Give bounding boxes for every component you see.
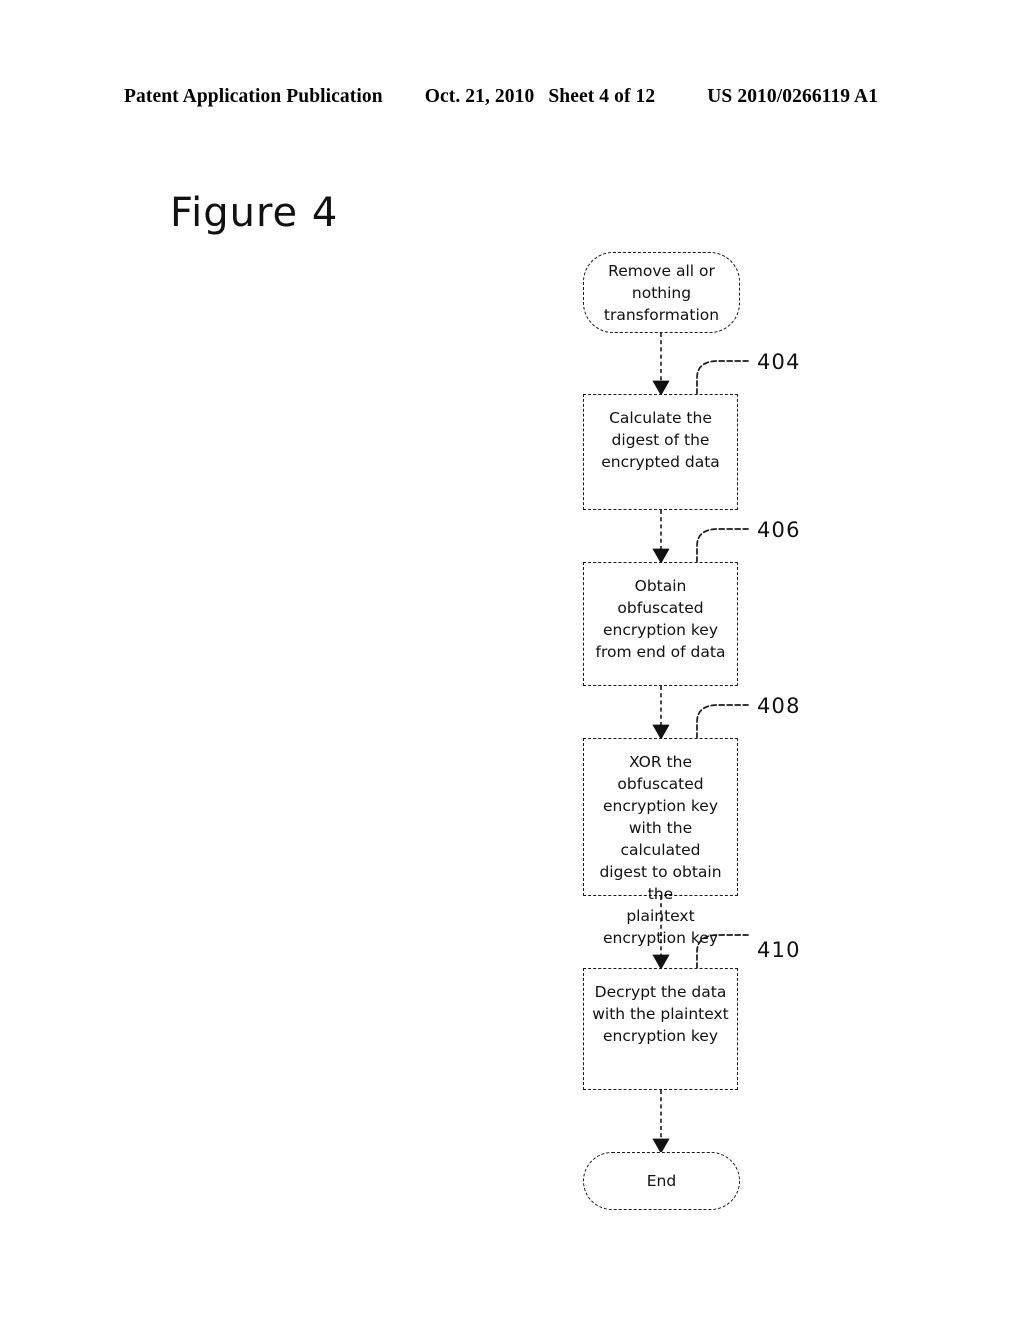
flow-node-404-text: Calculate the digest of the encrypted da… <box>601 409 720 471</box>
flow-node-408: XOR the obfuscated encryption key with t… <box>583 738 738 947</box>
leader-line-408 <box>696 704 749 739</box>
flow-node-start-text: Remove all or nothing transformation <box>603 261 720 324</box>
flow-node-end: End <box>583 1152 740 1210</box>
flow-node-410: Decrypt the data with the plaintext encr… <box>583 968 738 1090</box>
arrowhead-end <box>652 1138 670 1154</box>
ref-numeral-408: 408 <box>757 694 801 718</box>
ref-numeral-404: 404 <box>757 350 801 374</box>
arrowhead-408 <box>652 724 670 740</box>
flow-node-410-text: Decrypt the data with the plaintext encr… <box>592 983 729 1045</box>
ref-numeral-406: 406 <box>757 518 801 542</box>
flow-node-end-text: End <box>646 1172 677 1190</box>
flow-node-406: Obtain obfuscated encryption key from en… <box>583 562 738 686</box>
flow-node-404: Calculate the digest of the encrypted da… <box>583 394 738 510</box>
flow-node-408-text: XOR the obfuscated encryption key with t… <box>599 753 722 947</box>
arrowhead-404 <box>652 380 670 396</box>
leader-line-406 <box>696 528 749 563</box>
ref-numeral-410: 410 <box>757 938 801 962</box>
arrowhead-410 <box>652 954 670 970</box>
flowchart-connectors <box>652 333 749 1154</box>
flow-node-start: Remove all or nothing transformation <box>583 252 740 333</box>
leader-line-404 <box>696 360 749 395</box>
arrowhead-406 <box>652 548 670 564</box>
flow-node-406-text: Obtain obfuscated encryption key from en… <box>595 577 726 661</box>
flowchart-diagram: Remove all or nothing transformation Cal… <box>0 0 1024 1320</box>
